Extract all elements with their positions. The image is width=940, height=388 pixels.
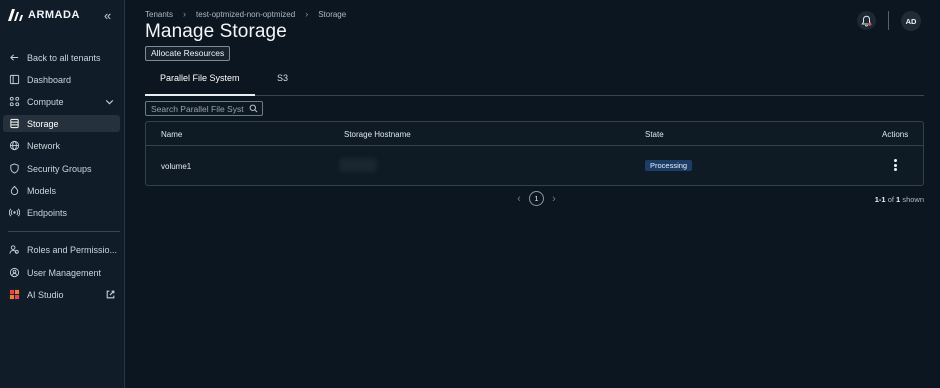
ai-studio-icon bbox=[9, 289, 20, 300]
results-shown-label: shown bbox=[902, 195, 924, 204]
header-separator bbox=[888, 11, 889, 30]
globe-icon bbox=[9, 140, 20, 151]
external-link-icon bbox=[106, 290, 115, 299]
breadcrumb-current: Storage bbox=[318, 9, 347, 19]
redacted-hostname bbox=[339, 158, 377, 172]
sidebar-item-roles[interactable]: Roles and Permissio... bbox=[3, 241, 120, 258]
sidebar-item-label: Endpoints bbox=[27, 207, 68, 218]
sidebar-item-dashboard[interactable]: Dashboard bbox=[3, 71, 120, 88]
chevron-right-icon: › bbox=[305, 9, 309, 19]
storage-table: Name Storage Hostname State Actions volu… bbox=[145, 121, 924, 186]
sidebar-item-label: Storage bbox=[27, 118, 59, 129]
sidebar-item-label: Security Groups bbox=[27, 163, 92, 174]
users-icon bbox=[9, 245, 19, 254]
chevron-down-icon[interactable] bbox=[104, 96, 115, 107]
sidebar-item-label: User Management bbox=[27, 267, 102, 278]
search-placeholder: Search Parallel File Syst bbox=[151, 103, 244, 114]
results-range: 1-1 bbox=[874, 195, 886, 204]
search-input[interactable]: Search Parallel File Syst bbox=[145, 101, 263, 116]
shield-icon bbox=[10, 163, 19, 174]
sidebar-item-user-management[interactable]: User Management bbox=[3, 264, 120, 281]
sidebar-divider bbox=[8, 231, 120, 232]
storage-icon bbox=[10, 118, 19, 129]
results-total: 1 bbox=[896, 195, 901, 204]
breadcrumb-tenant[interactable]: test-optmized-non-optmized bbox=[196, 10, 295, 19]
dashboard-icon bbox=[9, 74, 20, 85]
sidebar-item-storage[interactable]: Storage bbox=[3, 115, 120, 132]
sidebar-item-ai-studio[interactable]: AI Studio bbox=[3, 286, 120, 303]
column-state: State bbox=[645, 130, 664, 139]
sidebar-item-network[interactable]: Network bbox=[3, 137, 120, 154]
user-gear-icon bbox=[9, 267, 20, 278]
sidebar-item-label: Models bbox=[27, 185, 57, 196]
sidebar-item-models[interactable]: Models bbox=[3, 182, 120, 199]
next-page-icon[interactable]: › bbox=[550, 193, 558, 205]
brand-logo[interactable]: ARMADA bbox=[8, 9, 80, 21]
page-number-current[interactable]: 1 bbox=[529, 191, 544, 206]
armada-logo-icon bbox=[8, 9, 23, 21]
back-to-tenants-link[interactable]: Back to all tenants bbox=[3, 49, 120, 66]
tabs-divider bbox=[145, 95, 924, 96]
sidebar-item-label: Network bbox=[27, 140, 61, 151]
sidebar-item-label: Compute bbox=[27, 96, 64, 107]
column-storage-hostname: Storage Hostname bbox=[344, 130, 411, 139]
notifications-button[interactable] bbox=[857, 11, 876, 30]
results-of-label: of bbox=[887, 195, 894, 204]
arrow-left-icon bbox=[10, 54, 19, 61]
column-name: Name bbox=[161, 130, 183, 139]
sidebar-item-endpoints[interactable]: Endpoints bbox=[3, 204, 120, 221]
sidebar-item-label: AI Studio bbox=[27, 289, 64, 300]
breadcrumb: Tenants › test-optmized-non-optmized › S… bbox=[145, 9, 346, 19]
pagination: ‹ 1 › bbox=[515, 191, 558, 206]
row-name: volume1 bbox=[161, 162, 192, 171]
avatar[interactable]: AD bbox=[901, 11, 921, 31]
results-count: 1-1 of 1 shown bbox=[875, 195, 924, 204]
brand-name: ARMADA bbox=[28, 9, 80, 21]
sidebar-item-label: Roles and Permissio... bbox=[27, 244, 118, 255]
allocate-resources-button[interactable]: Allocate Resources bbox=[145, 46, 231, 61]
back-to-tenants-label: Back to all tenants bbox=[27, 52, 101, 63]
page-title: Manage Storage bbox=[145, 21, 287, 42]
prev-page-icon[interactable]: ‹ bbox=[515, 193, 523, 205]
table-header: Name Storage Hostname State Actions bbox=[146, 122, 923, 146]
column-actions: Actions bbox=[882, 130, 909, 139]
bell-icon bbox=[861, 15, 872, 26]
breadcrumb-tenants[interactable]: Tenants bbox=[145, 10, 173, 19]
collapse-sidebar-icon[interactable]: « bbox=[104, 9, 116, 23]
status-badge: Processing bbox=[645, 160, 693, 171]
chevron-right-icon: › bbox=[183, 9, 187, 19]
tab-parallel-file-system[interactable]: Parallel File System bbox=[160, 73, 240, 83]
sidebar-item-label: Dashboard bbox=[27, 74, 72, 85]
row-actions-menu-icon[interactable] bbox=[890, 158, 900, 172]
models-icon bbox=[10, 185, 19, 196]
sidebar-item-security-groups[interactable]: Security Groups bbox=[3, 160, 120, 177]
sidebar-item-compute[interactable]: Compute bbox=[3, 93, 120, 110]
compute-icon bbox=[9, 96, 20, 107]
tab-s3[interactable]: S3 bbox=[277, 73, 288, 83]
broadcast-icon bbox=[9, 208, 20, 217]
sidebar: ARMADA « Back to all tenants Dashboard C… bbox=[0, 0, 125, 388]
active-tab-indicator bbox=[145, 94, 255, 96]
search-icon bbox=[249, 104, 258, 113]
